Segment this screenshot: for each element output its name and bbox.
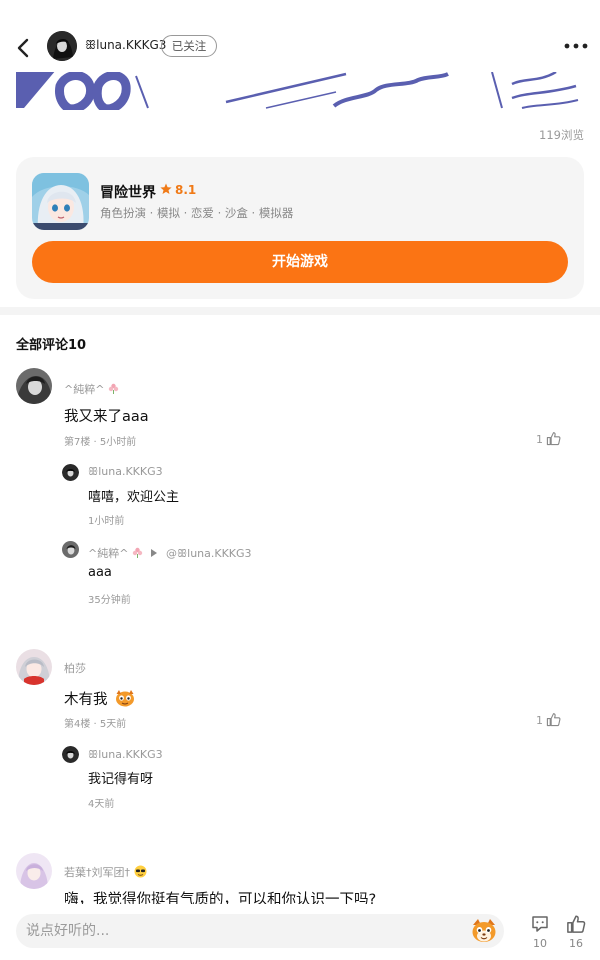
comment-text-body: 木有我 bbox=[64, 692, 108, 708]
comment-floor: 第4楼 bbox=[64, 719, 91, 730]
game-rating-value: 8.1 bbox=[175, 183, 197, 197]
comment-time: 5小时前 bbox=[99, 437, 137, 448]
reply-avatar[interactable] bbox=[62, 746, 79, 763]
back-icon[interactable] bbox=[12, 36, 36, 60]
sunglasses-emoji-icon bbox=[134, 865, 146, 878]
comment-like-count: 1 bbox=[536, 714, 543, 727]
comment-floor: 第7楼 bbox=[64, 437, 91, 448]
reply-text: 嘻嘻，欢迎公主 bbox=[88, 490, 180, 505]
top-bar: ꕥluna.KKKG3 已关注 bbox=[0, 0, 600, 72]
reply-avatar[interactable] bbox=[62, 541, 79, 558]
comment-username-text[interactable]: ^純粹^ bbox=[64, 383, 104, 396]
reply-username-text[interactable]: ^純粹^ bbox=[88, 547, 128, 560]
comment-count-button[interactable]: 10 bbox=[525, 914, 555, 950]
comments-title: 全部评论10 bbox=[16, 338, 87, 353]
comment-username[interactable]: 柏莎 bbox=[64, 660, 86, 676]
reply-time: 1小时前 bbox=[88, 516, 125, 527]
reply-time: 4天前 bbox=[88, 799, 115, 810]
flower-icon bbox=[132, 547, 143, 558]
game-rating: 8.1 bbox=[160, 183, 196, 197]
comment-meta: 第7楼 · 5小时前 bbox=[64, 437, 137, 448]
comment-count: 10 bbox=[533, 937, 547, 950]
comment-text: 木有我 bbox=[64, 688, 136, 709]
star-icon bbox=[160, 183, 172, 194]
game-tags: 角色扮演 · 模拟 · 恋爱 · 沙盒 · 模拟器 bbox=[100, 206, 294, 220]
comment-avatar[interactable] bbox=[16, 853, 52, 889]
thumbs-up-icon bbox=[546, 713, 561, 727]
comment-like-button[interactable]: 1 bbox=[536, 431, 561, 446]
comment-input[interactable] bbox=[26, 914, 466, 948]
emoji-icon bbox=[116, 690, 135, 707]
reply-username[interactable]: ꕥluna.KKKG3 bbox=[88, 748, 163, 762]
start-game-button[interactable]: 开始游戏 bbox=[32, 241, 568, 283]
thumbs-up-icon bbox=[546, 432, 561, 446]
post-image[interactable] bbox=[16, 72, 584, 110]
comment-username-text[interactable]: 若葉†刘军团† bbox=[64, 866, 130, 879]
comment-like-count: 1 bbox=[536, 433, 543, 446]
game-icon[interactable] bbox=[32, 173, 89, 230]
comment-avatar[interactable] bbox=[16, 649, 52, 685]
more-icon[interactable] bbox=[563, 36, 589, 56]
reply-time: 35分钟前 bbox=[88, 595, 131, 606]
comment-input-box[interactable] bbox=[16, 914, 504, 948]
reply-avatar[interactable] bbox=[62, 464, 79, 481]
comment-avatar[interactable] bbox=[16, 368, 52, 404]
comment-like-button[interactable]: 1 bbox=[536, 712, 561, 727]
section-divider bbox=[0, 307, 600, 315]
game-card[interactable]: 冒险世界 8.1 角色扮演 · 模拟 · 恋爱 · 沙盒 · 模拟器 开始游戏 bbox=[16, 157, 584, 299]
emoji-picker-icon[interactable] bbox=[470, 917, 498, 945]
bottom-bar: 10 16 bbox=[0, 904, 600, 960]
flower-icon bbox=[108, 383, 119, 394]
reply-arrow-icon bbox=[151, 549, 158, 557]
author-name[interactable]: ꕥluna.KKKG3 bbox=[85, 38, 166, 53]
comment-icon bbox=[532, 916, 548, 932]
like-count: 16 bbox=[569, 937, 583, 950]
reply-username[interactable]: ^純粹^ @ꕥluna.KKKG3 bbox=[88, 545, 252, 561]
view-count: 119浏览 bbox=[539, 128, 584, 142]
comment-time: 5天前 bbox=[99, 719, 127, 730]
post-like-button[interactable]: 16 bbox=[561, 914, 591, 950]
reply-username[interactable]: ꕥluna.KKKG3 bbox=[88, 465, 163, 479]
follow-button[interactable]: 已关注 bbox=[161, 35, 217, 57]
thumbs-up-icon bbox=[567, 915, 586, 933]
comment-username[interactable]: ^純粹^ bbox=[64, 381, 119, 397]
comment-meta: 第4楼 · 5天前 bbox=[64, 719, 127, 730]
comment-username[interactable]: 若葉†刘军团† bbox=[64, 864, 147, 880]
author-avatar[interactable] bbox=[47, 31, 77, 61]
comment-text: 我又来了aaa bbox=[64, 409, 149, 425]
game-title[interactable]: 冒险世界 bbox=[100, 182, 156, 202]
reply-text: aaa bbox=[88, 565, 112, 580]
reply-mention[interactable]: @ꕥluna.KKKG3 bbox=[166, 547, 252, 560]
reply-text: 我记得有呀 bbox=[88, 772, 154, 787]
